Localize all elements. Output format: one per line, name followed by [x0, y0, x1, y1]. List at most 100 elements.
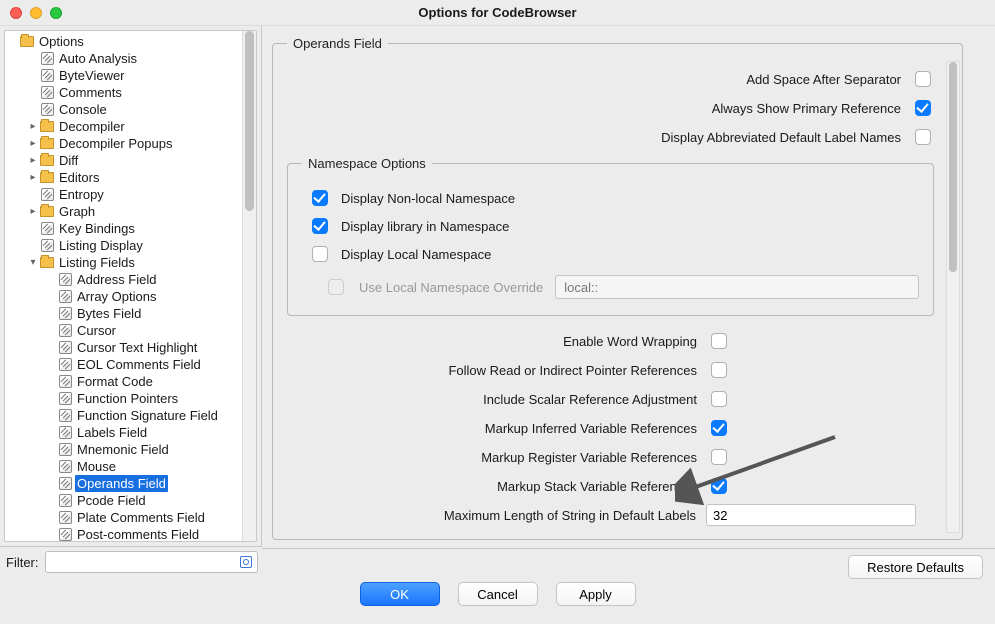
tool-leaf-icon [57, 324, 73, 338]
ok-button[interactable]: OK [360, 582, 440, 606]
tree-item[interactable]: ▸ Decompiler [5, 118, 256, 135]
use-local-namespace-override-checkbox[interactable] [328, 279, 344, 295]
cancel-button[interactable]: Cancel [458, 582, 538, 606]
tree-item[interactable]: Cursor [5, 322, 256, 339]
always_primary-checkbox[interactable] [915, 100, 931, 116]
tool-leaf-icon [57, 477, 73, 491]
panel-scrollbar[interactable] [946, 61, 960, 533]
folder-icon [39, 205, 55, 219]
tree-item-label: Labels Field [75, 424, 149, 441]
tree-item-label: Cursor [75, 322, 118, 339]
scalar_adj-checkbox[interactable] [711, 391, 727, 407]
wrap-checkbox[interactable] [711, 333, 727, 349]
filter-settings-icon[interactable] [236, 552, 256, 572]
operands-field-group: Operands Field Add Space After Separator… [272, 36, 963, 540]
tree-item[interactable]: Array Options [5, 288, 256, 305]
panel-scrollbar-thumb[interactable] [949, 62, 957, 272]
tree-item-label: ByteViewer [57, 67, 127, 84]
tree-item[interactable]: Mouse [5, 458, 256, 475]
tool-leaf-icon [57, 494, 73, 508]
tree-item[interactable]: Key Bindings [5, 220, 256, 237]
tree-scrollbar-thumb[interactable] [245, 31, 254, 211]
tree-item[interactable]: Pcode Field [5, 492, 256, 509]
tree-item[interactable]: Plate Comments Field [5, 509, 256, 526]
nonlocal-checkbox[interactable] [312, 190, 328, 206]
tool-leaf-icon [39, 103, 55, 117]
stack-checkbox[interactable] [711, 478, 727, 494]
tree-item-label: Decompiler Popups [57, 135, 174, 152]
tree-item[interactable]: Bytes Field [5, 305, 256, 322]
local-checkbox[interactable] [312, 246, 328, 262]
tool-leaf-icon [39, 52, 55, 66]
tree-item-label: Cursor Text Highlight [75, 339, 199, 356]
tool-leaf-icon [57, 392, 73, 406]
tree-item[interactable]: ByteViewer [5, 67, 256, 84]
tree-item[interactable]: ▾Listing Fields [5, 254, 256, 271]
tree-item[interactable]: Function Signature Field [5, 407, 256, 424]
max-length-input[interactable] [706, 504, 916, 526]
options-tree[interactable]: OptionsAuto AnalysisByteViewerCommentsCo… [4, 30, 257, 542]
tree-item-label: Diff [57, 152, 80, 169]
tree-item[interactable]: Format Code [5, 373, 256, 390]
library-checkbox[interactable] [312, 218, 328, 234]
option-label: Display library in Namespace [341, 219, 509, 234]
tool-leaf-icon [57, 358, 73, 372]
tool-leaf-icon [57, 528, 73, 542]
register-checkbox[interactable] [711, 449, 727, 465]
tool-leaf-icon [57, 290, 73, 304]
local-namespace-override-input[interactable] [555, 275, 919, 299]
disclosure-triangle-icon[interactable]: ▾ [27, 254, 39, 271]
tree-item[interactable]: Console [5, 101, 256, 118]
tree-item[interactable]: Comments [5, 84, 256, 101]
titlebar: Options for CodeBrowser [0, 0, 995, 26]
tree-item-label: Editors [57, 169, 101, 186]
tree-item[interactable]: ▸ Graph [5, 203, 256, 220]
disclosure-triangle-icon[interactable]: ▸ [27, 118, 39, 135]
tree-item-label: Decompiler [57, 118, 127, 135]
tree-item[interactable]: Operands Field [5, 475, 256, 492]
tree-item-label: Comments [57, 84, 124, 101]
tree-item[interactable]: Listing Display [5, 237, 256, 254]
tool-leaf-icon [57, 409, 73, 423]
tree-item[interactable]: Entropy [5, 186, 256, 203]
tool-leaf-icon [39, 222, 55, 236]
apply-button[interactable]: Apply [556, 582, 636, 606]
tree-item[interactable]: Mnemonic Field [5, 441, 256, 458]
filter-input[interactable] [45, 551, 259, 573]
tree-item[interactable]: ▸ Diff [5, 152, 256, 169]
namespace-options-group: Namespace Options Display Non-local Name… [287, 156, 934, 316]
disclosure-triangle-icon[interactable]: ▸ [27, 152, 39, 169]
tree-item[interactable]: Function Pointers [5, 390, 256, 407]
option-label: Markup Stack Variable References [287, 479, 697, 494]
tree-item[interactable]: Cursor Text Highlight [5, 339, 256, 356]
add_space-checkbox[interactable] [915, 71, 931, 87]
window-title: Options for CodeBrowser [0, 5, 995, 20]
max-length-label: Maximum Length of String in Default Labe… [287, 508, 696, 523]
abbrev_labels-checkbox[interactable] [915, 129, 931, 145]
tree-item-label: Mnemonic Field [75, 441, 171, 458]
tool-leaf-icon [39, 86, 55, 100]
tree-item-label: Operands Field [75, 475, 168, 492]
tree-item[interactable]: Address Field [5, 271, 256, 288]
inferred-checkbox[interactable] [711, 420, 727, 436]
tree-item[interactable]: Auto Analysis [5, 50, 256, 67]
tree-item-label: Graph [57, 203, 97, 220]
tree-scrollbar[interactable] [242, 31, 256, 541]
tree-item[interactable]: ▸ Decompiler Popups [5, 135, 256, 152]
disclosure-triangle-icon[interactable]: ▸ [27, 135, 39, 152]
tree-item[interactable]: EOL Comments Field [5, 356, 256, 373]
use-local-namespace-override-label: Use Local Namespace Override [359, 280, 543, 295]
folder-icon [39, 154, 55, 168]
disclosure-triangle-icon[interactable]: ▸ [27, 169, 39, 186]
follow_read-checkbox[interactable] [711, 362, 727, 378]
namespace-legend: Namespace Options [302, 156, 432, 171]
folder-icon [19, 35, 35, 49]
folder-icon [39, 256, 55, 270]
tree-root[interactable]: Options [5, 33, 256, 50]
tree-item[interactable]: Post-comments Field [5, 526, 256, 542]
tree-item[interactable]: Labels Field [5, 424, 256, 441]
tool-leaf-icon [57, 341, 73, 355]
disclosure-triangle-icon[interactable]: ▸ [27, 203, 39, 220]
folder-icon [39, 137, 55, 151]
tree-item[interactable]: ▸ Editors [5, 169, 256, 186]
